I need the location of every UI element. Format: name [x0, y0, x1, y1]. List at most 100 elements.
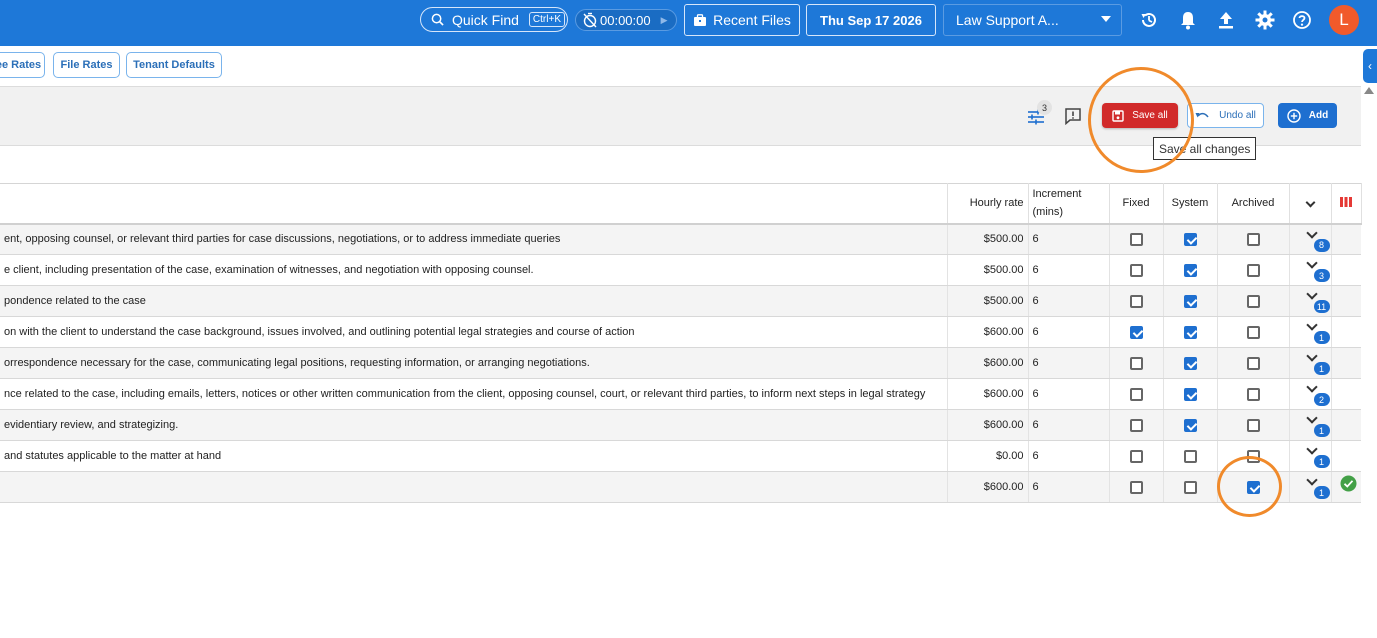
- expand-cell[interactable]: 1: [1289, 347, 1332, 379]
- header-increment[interactable]: Increment (mins): [1028, 183, 1110, 225]
- description-cell[interactable]: orrespondence necessary for the case, co…: [0, 347, 947, 379]
- system-checkbox[interactable]: [1183, 232, 1197, 246]
- archived-checkbox[interactable]: [1246, 232, 1260, 246]
- archived-checkbox[interactable]: [1246, 449, 1260, 463]
- fixed-checkbox[interactable]: [1129, 356, 1143, 370]
- header-expand[interactable]: [1289, 183, 1332, 225]
- play-icon[interactable]: ▶: [661, 15, 668, 26]
- hourly-rate-cell[interactable]: $600.00: [946, 378, 1029, 410]
- header-system[interactable]: System: [1163, 183, 1218, 225]
- hourly-rate-cell[interactable]: $500.00: [946, 223, 1029, 255]
- expand-cell[interactable]: 1: [1289, 409, 1332, 441]
- expand-cell[interactable]: 3: [1289, 254, 1332, 286]
- fixed-checkbox[interactable]: [1129, 387, 1143, 401]
- gear-icon[interactable]: [1255, 10, 1275, 30]
- upload-icon[interactable]: [1216, 10, 1236, 30]
- increment-cell[interactable]: 6: [1028, 254, 1110, 286]
- description-cell[interactable]: pondence related to the case: [0, 285, 947, 317]
- tab-tenant-defaults[interactable]: Tenant Defaults: [126, 52, 222, 78]
- hourly-rate-cell[interactable]: $600.00: [946, 409, 1029, 441]
- hourly-rate-cell[interactable]: $600.00: [946, 316, 1029, 348]
- hourly-rate-cell[interactable]: $500.00: [946, 285, 1029, 317]
- description-cell[interactable]: e client, including presentation of the …: [0, 254, 947, 286]
- header-archived[interactable]: Archived: [1217, 183, 1290, 225]
- feedback-icon[interactable]: [1062, 105, 1084, 127]
- archived-checkbox[interactable]: [1246, 387, 1260, 401]
- archived-checkbox[interactable]: [1246, 263, 1260, 277]
- hourly-rate-cell[interactable]: $600.00: [946, 471, 1029, 503]
- table-row[interactable]: and statutes applicable to the matter at…: [0, 440, 1361, 472]
- increment-cell[interactable]: 6: [1028, 409, 1110, 441]
- increment-cell[interactable]: 6: [1028, 347, 1110, 379]
- increment-cell[interactable]: 6: [1028, 285, 1110, 317]
- expand-cell[interactable]: 1: [1289, 440, 1332, 472]
- system-checkbox[interactable]: [1183, 294, 1197, 308]
- hourly-rate-cell[interactable]: $0.00: [946, 440, 1029, 472]
- archived-checkbox[interactable]: [1246, 480, 1260, 494]
- date-button[interactable]: Thu Sep 17 2026: [806, 4, 936, 36]
- expand-cell[interactable]: 2: [1289, 378, 1332, 410]
- undo-all-button[interactable]: Undo all: [1187, 103, 1264, 128]
- increment-cell[interactable]: 6: [1028, 316, 1110, 348]
- fixed-checkbox[interactable]: [1129, 325, 1143, 339]
- system-checkbox[interactable]: [1183, 325, 1197, 339]
- hourly-rate-cell[interactable]: $500.00: [946, 254, 1029, 286]
- quick-find-button[interactable]: Quick Find Ctrl+K: [420, 7, 568, 32]
- panel-collapse-tab[interactable]: ‹: [1363, 49, 1377, 83]
- expand-cell[interactable]: 1: [1289, 316, 1332, 348]
- fixed-checkbox[interactable]: [1129, 418, 1143, 432]
- save-all-button[interactable]: Save all: [1102, 103, 1178, 128]
- add-button[interactable]: Add: [1278, 103, 1337, 128]
- description-cell[interactable]: nce related to the case, including email…: [0, 378, 947, 410]
- system-checkbox[interactable]: [1183, 480, 1197, 494]
- fixed-checkbox[interactable]: [1129, 294, 1143, 308]
- description-cell[interactable]: [0, 471, 947, 503]
- table-row[interactable]: orrespondence necessary for the case, co…: [0, 347, 1361, 379]
- header-hourly-rate[interactable]: Hourly rate: [947, 183, 1029, 225]
- tenant-select[interactable]: Law Support A...: [943, 4, 1122, 36]
- table-row[interactable]: nce related to the case, including email…: [0, 378, 1361, 410]
- expand-cell[interactable]: 8: [1289, 223, 1332, 255]
- description-cell[interactable]: ent, opposing counsel, or relevant third…: [0, 223, 947, 255]
- expand-cell[interactable]: 1: [1289, 471, 1332, 503]
- header-fixed[interactable]: Fixed: [1109, 183, 1164, 225]
- bell-icon[interactable]: [1178, 10, 1198, 30]
- system-checkbox[interactable]: [1183, 356, 1197, 370]
- description-cell[interactable]: evidentiary review, and strategizing.: [0, 409, 947, 441]
- scrollbar-up-arrow[interactable]: [1364, 87, 1374, 94]
- recent-files-button[interactable]: Recent Files: [684, 4, 800, 36]
- history-icon[interactable]: [1139, 10, 1159, 30]
- archived-checkbox[interactable]: [1246, 356, 1260, 370]
- hourly-rate-cell[interactable]: $600.00: [946, 347, 1029, 379]
- description-cell[interactable]: and statutes applicable to the matter at…: [0, 440, 947, 472]
- increment-cell[interactable]: 6: [1028, 471, 1110, 503]
- description-cell[interactable]: on with the client to understand the cas…: [0, 316, 947, 348]
- tab-file-rates[interactable]: File Rates: [53, 52, 120, 78]
- increment-cell[interactable]: 6: [1028, 223, 1110, 255]
- table-row[interactable]: e client, including presentation of the …: [0, 254, 1361, 286]
- tab-fee-rates[interactable]: ee Rates: [0, 52, 45, 78]
- table-row[interactable]: evidentiary review, and strategizing. $60…: [0, 409, 1361, 441]
- fixed-checkbox[interactable]: [1129, 232, 1143, 246]
- header-columns[interactable]: [1331, 183, 1362, 225]
- timer-widget[interactable]: 00:00:00 ▶: [575, 9, 677, 31]
- table-row[interactable]: pondence related to the case $500.00 6 11: [0, 285, 1361, 317]
- archived-checkbox[interactable]: [1246, 418, 1260, 432]
- expand-cell[interactable]: 11: [1289, 285, 1332, 317]
- table-row[interactable]: $600.00 6 1: [0, 471, 1361, 503]
- avatar[interactable]: L: [1329, 5, 1359, 35]
- fixed-checkbox[interactable]: [1129, 263, 1143, 277]
- archived-checkbox[interactable]: [1246, 325, 1260, 339]
- table-row[interactable]: on with the client to understand the cas…: [0, 316, 1361, 348]
- fixed-checkbox[interactable]: [1129, 449, 1143, 463]
- archived-checkbox[interactable]: [1246, 294, 1260, 308]
- system-checkbox[interactable]: [1183, 387, 1197, 401]
- system-checkbox[interactable]: [1183, 263, 1197, 277]
- table-row[interactable]: ent, opposing counsel, or relevant third…: [0, 223, 1361, 255]
- help-icon[interactable]: [1292, 10, 1312, 30]
- system-checkbox[interactable]: [1183, 449, 1197, 463]
- increment-cell[interactable]: 6: [1028, 440, 1110, 472]
- increment-cell[interactable]: 6: [1028, 378, 1110, 410]
- fixed-checkbox[interactable]: [1129, 480, 1143, 494]
- system-checkbox[interactable]: [1183, 418, 1197, 432]
